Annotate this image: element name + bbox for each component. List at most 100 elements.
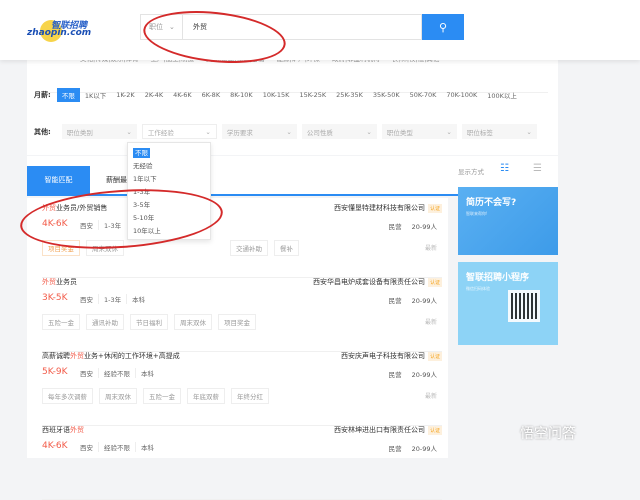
filter-select[interactable]: 职位类别 ⌄ bbox=[61, 124, 137, 139]
job-tags: 项目奖金 周末双休 交通补助 餐补 bbox=[42, 240, 299, 256]
search-input[interactable]: 外贸 bbox=[183, 22, 207, 32]
job-tag: 每年多次调薪 bbox=[42, 388, 93, 404]
company-name[interactable]: 西安林坤进出口有限责任公司 认证 bbox=[334, 425, 442, 435]
tab-salary[interactable]: 薪酬最 bbox=[106, 166, 127, 194]
salary-option[interactable]: 35K-50K bbox=[368, 89, 405, 101]
tab-smart-match[interactable]: 智能匹配 bbox=[27, 166, 90, 194]
chevron-down-icon: ⌄ bbox=[446, 127, 452, 136]
job-salary: 4K-6K bbox=[42, 219, 68, 229]
salary-option[interactable]: 25K-35K bbox=[331, 89, 368, 101]
salary-option[interactable]: 4K-6K bbox=[168, 89, 196, 101]
job-tag: 年终分红 bbox=[231, 388, 269, 404]
job-title[interactable]: 外贸业务员/外贸销售 bbox=[42, 203, 107, 213]
dropdown-option[interactable]: 3-5年 bbox=[133, 199, 205, 212]
job-meta: 西安 1-3年 bbox=[75, 220, 126, 230]
job-tag: 周末双休 bbox=[174, 314, 212, 330]
company-meta: 民营 20-99人 bbox=[389, 443, 437, 453]
job-tag: 五险一金 bbox=[42, 314, 80, 330]
salary-label: 月薪: bbox=[34, 91, 51, 99]
dropdown-option-label: 10年以上 bbox=[133, 227, 161, 235]
salary-option[interactable]: 50K-70K bbox=[405, 89, 442, 101]
job-meta-item: 西安 bbox=[80, 222, 93, 230]
dropdown-option-label: 3-5年 bbox=[133, 201, 151, 209]
job-meta: 西安 1-3年 本科 bbox=[75, 294, 150, 304]
job-card[interactable]: 外贸业务员 3K-5K 西安 1-3年 本科 西安华昌电炉成套设备有限责任公司 认证 民营 20… bbox=[42, 277, 442, 352]
salary-option[interactable]: 6K-8K bbox=[197, 89, 225, 101]
job-tag: 项目奖金 bbox=[218, 314, 256, 330]
filter-select[interactable]: 职位标签 ⌄ bbox=[461, 124, 537, 139]
job-title-keyword: 外贸 bbox=[70, 426, 84, 434]
job-card[interactable]: 高薪诚聘外贸业务+休闲的工作环境+高提成 5K-9K 西安 经验不限 本科 西安庆声电子科… bbox=[42, 351, 442, 426]
salary-option[interactable]: 10K-15K bbox=[258, 89, 295, 101]
resume-ad-banner[interactable]: 简历不会写? 智联来帮你! bbox=[458, 187, 558, 255]
job-tag: 周末双休 bbox=[86, 240, 124, 256]
dropdown-option-label: 不限 bbox=[133, 148, 150, 158]
filter-select[interactable]: 工作经验 ⌄ bbox=[141, 124, 217, 139]
job-tag: 周末双休 bbox=[99, 388, 137, 404]
salary-option[interactable]: 1K以下 bbox=[80, 88, 111, 102]
job-title[interactable]: 外贸业务员 bbox=[42, 277, 77, 287]
detail-list-view-icon[interactable]: ☷ bbox=[500, 163, 509, 174]
job-meta-item: 西安 bbox=[80, 444, 93, 452]
job-meta-item: 西安 bbox=[80, 296, 93, 304]
update-label: 最新 bbox=[424, 319, 437, 326]
job-card[interactable]: 外贸业务员/外贸销售 4K-6K 西安 1-3年 西安懂垦特建材科技有限公司 认证 民营 20… bbox=[42, 203, 442, 278]
job-tag: 五险一金 bbox=[143, 388, 181, 404]
company-meta: 民营 20-99人 bbox=[389, 369, 437, 379]
salary-option[interactable]: 2K-4K bbox=[140, 89, 168, 101]
filter-select-label: 学历要求 bbox=[226, 128, 253, 137]
salary-option[interactable]: 不限 bbox=[56, 88, 80, 102]
watermark: 悟空问答 bbox=[520, 426, 576, 442]
search-type-select[interactable]: 职位 ⌄ bbox=[141, 15, 183, 39]
dropdown-option-label: 5-10年 bbox=[133, 214, 155, 222]
job-title-suffix: 业务员/外贸销售 bbox=[56, 204, 108, 212]
dropdown-option[interactable]: 5-10年 bbox=[133, 212, 205, 225]
filter-select[interactable]: 学历要求 ⌄ bbox=[221, 124, 297, 139]
job-tags: 五险一金 通讯补助 节日福利 周末双休 项目奖金 bbox=[42, 314, 256, 330]
filter-select[interactable]: 职位类型 ⌄ bbox=[381, 124, 457, 139]
dropdown-option[interactable]: 不限 bbox=[133, 147, 205, 160]
salary-option[interactable]: 70K-100K bbox=[441, 89, 482, 101]
simple-list-view-icon[interactable]: ☰ bbox=[533, 163, 542, 174]
salary-option[interactable]: 100K以上 bbox=[482, 88, 522, 102]
filter-select[interactable]: 公司性质 ⌄ bbox=[301, 124, 377, 139]
salary-option[interactable]: 8K-10K bbox=[225, 89, 258, 101]
company-name[interactable]: 西安华昌电炉成套设备有限责任公司 认证 bbox=[313, 277, 442, 287]
job-tag: 交通补助 bbox=[230, 240, 268, 256]
job-meta-item: 1-3年 bbox=[98, 220, 126, 230]
job-tag: 通讯补助 bbox=[86, 314, 124, 330]
job-title-suffix: 业务员 bbox=[56, 278, 77, 286]
experience-dropdown: 不限无经验 1年以下 1-3年 3-5年 5-10年 10年以上 bbox=[127, 142, 211, 240]
company-name-text: 西安华昌电炉成套设备有限责任公司 bbox=[312, 278, 425, 286]
search-bar: 职位 ⌄ 外贸 bbox=[140, 14, 422, 40]
job-title[interactable]: 高薪诚聘外贸业务+休闲的工作环境+高提成 bbox=[42, 351, 180, 361]
company-type: 民营 bbox=[388, 223, 402, 231]
company-type: 民营 bbox=[388, 371, 402, 379]
salary-filter: 月薪: 不限 1K以下 1K-2K 2K-4K 4K-6K 6K-8K 8K-10K 10K-… bbox=[34, 88, 522, 102]
job-title-keyword: 外贸 bbox=[70, 352, 84, 360]
zhaopin-logo[interactable]: 智联招聘 zhaopin.com bbox=[27, 18, 97, 42]
job-meta-item: 西安 bbox=[80, 370, 93, 378]
job-card[interactable]: 西班牙语外贸 4K-6K 西安 经验不限 本科 西安林坤进出口有限责任公司 认证 民营 20-9… bbox=[42, 425, 442, 500]
job-title-prefix: 西班牙语 bbox=[42, 426, 70, 434]
search-icon: ⚲ bbox=[438, 20, 448, 34]
company-type: 民营 bbox=[388, 297, 402, 305]
company-size: 20-99人 bbox=[411, 371, 437, 379]
chevron-down-icon: ⌄ bbox=[366, 127, 372, 136]
salary-option[interactable]: 1K-2K bbox=[111, 89, 139, 101]
view-mode-label: 显示方式 bbox=[458, 168, 484, 176]
dropdown-option[interactable]: 1年以下 bbox=[133, 173, 205, 186]
search-button[interactable]: ⚲ bbox=[422, 14, 464, 40]
job-title[interactable]: 西班牙语外贸 bbox=[42, 425, 84, 435]
dropdown-option[interactable]: 10年以上 bbox=[133, 225, 205, 238]
company-name[interactable]: 西安懂垦特建材科技有限公司 认证 bbox=[334, 203, 442, 213]
job-title-prefix: 高薪诚聘 bbox=[42, 352, 70, 360]
job-meta-item: 本科 bbox=[126, 294, 150, 304]
verified-badge: 认证 bbox=[427, 351, 442, 361]
chevron-down-icon: ⌄ bbox=[286, 127, 292, 136]
company-name[interactable]: 西安庆声电子科技有限公司 认证 bbox=[341, 351, 442, 361]
salary-option[interactable]: 15K-25K bbox=[294, 89, 331, 101]
dropdown-option[interactable]: 无经验 bbox=[133, 160, 205, 173]
dropdown-option[interactable]: 1-3年 bbox=[133, 186, 205, 199]
dropdown-option-label: 1-3年 bbox=[133, 188, 151, 196]
